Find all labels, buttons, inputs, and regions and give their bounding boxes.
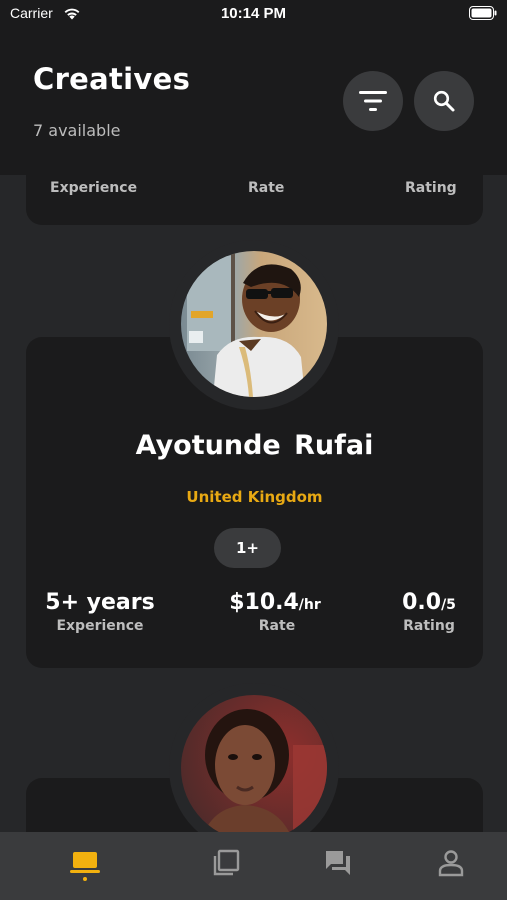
- rate-label: Rate: [248, 180, 285, 196]
- avatar[interactable]: [181, 695, 327, 841]
- collections-icon: [213, 849, 240, 876]
- experience-stat: 5+ years Experience: [40, 590, 160, 634]
- rating-value: 0.0/5: [402, 590, 456, 615]
- experience-label: Experience: [56, 618, 144, 634]
- header: Creatives 7 available: [0, 30, 507, 175]
- avatar-photo: [181, 251, 327, 397]
- tab-bar: [0, 832, 507, 900]
- filter-icon: [359, 91, 387, 111]
- experience-value: 5+ years: [45, 590, 155, 615]
- active-tab-indicator: [83, 877, 87, 881]
- status-bar: Carrier 10:14 PM: [0, 0, 507, 30]
- experience-label: Experience: [50, 180, 138, 196]
- creatives-screen: Carrier 10:14 PM Experience Rate Rating …: [0, 0, 507, 900]
- tab-profile[interactable]: [436, 848, 466, 878]
- rating-unit: /5: [441, 597, 456, 613]
- rate-value: $10.4/hr: [229, 590, 321, 615]
- search-button[interactable]: [414, 71, 474, 131]
- profile-icon: [438, 850, 464, 877]
- filter-button[interactable]: [343, 71, 403, 131]
- avatar[interactable]: [181, 251, 327, 397]
- creative-country: United Kingdom: [186, 488, 323, 506]
- available-count: 7 available: [33, 121, 121, 140]
- rate-stat: $10.4/hr Rate: [205, 590, 345, 634]
- tab-creatives[interactable]: [70, 848, 100, 878]
- creative-name: Ayotunde Rufai: [135, 430, 374, 461]
- rate-label: Rate: [258, 618, 296, 634]
- rating-label: Rating: [403, 618, 455, 634]
- rating-label: Rating: [405, 180, 457, 196]
- count-badge[interactable]: 1+: [214, 528, 281, 568]
- rate-unit: /hr: [298, 597, 321, 613]
- tab-messages[interactable]: [323, 848, 353, 878]
- page-title: Creatives: [33, 62, 191, 96]
- search-icon: [433, 90, 455, 112]
- chat-icon: [326, 851, 350, 875]
- rating-stat: 0.0/5 Rating: [384, 590, 474, 634]
- avatar-photo: [181, 695, 327, 841]
- tab-collections[interactable]: [211, 848, 241, 878]
- laptop-icon: [70, 852, 100, 873]
- clock: 10:14 PM: [220, 5, 287, 22]
- battery-icon: [469, 6, 497, 20]
